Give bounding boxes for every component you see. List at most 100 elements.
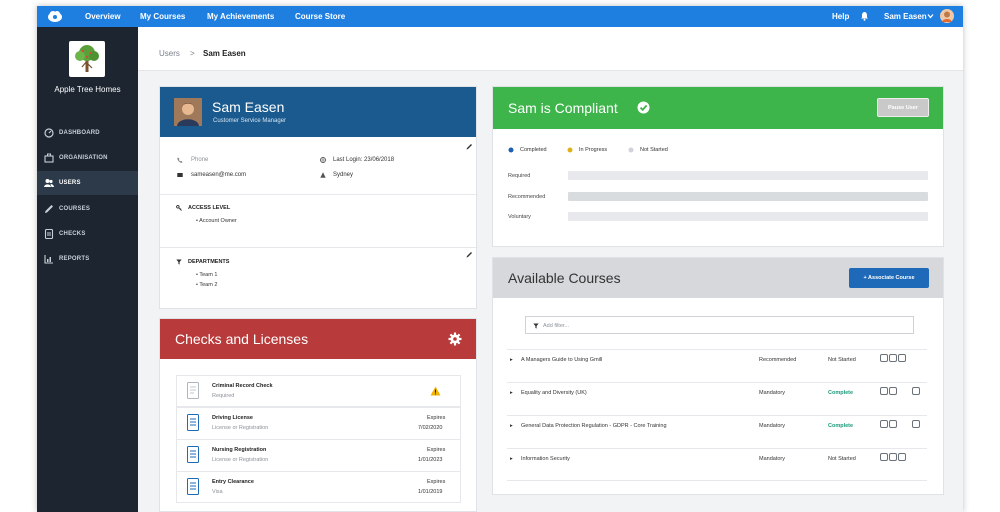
warning-icon xyxy=(430,386,441,396)
edit-icon[interactable] xyxy=(880,420,888,428)
edit-contact-icon[interactable] xyxy=(466,143,473,150)
nav-my-courses[interactable]: My Courses xyxy=(140,12,185,21)
course-status: Complete xyxy=(828,423,854,429)
department-item: • Team 2 xyxy=(196,282,218,288)
course-status: Not Started xyxy=(828,456,856,462)
copy-icon[interactable] xyxy=(889,387,897,395)
edit-departments-icon[interactable] xyxy=(466,251,473,258)
compliance-header: Sam is Compliant Pause User xyxy=(493,87,943,129)
sidebar-item-courses[interactable]: COURSES xyxy=(37,197,138,221)
course-row[interactable]: ▸ Equality and Diversity (UK) Mandatory … xyxy=(507,382,927,415)
checks-header: Checks and Licenses xyxy=(160,319,476,359)
required-progress-bar xyxy=(568,171,928,180)
edit-icon[interactable] xyxy=(880,387,888,395)
bell-icon[interactable] xyxy=(860,11,869,21)
course-name[interactable]: A Managers Guide to Using Gmill xyxy=(521,357,602,363)
chevron-down-icon[interactable] xyxy=(927,13,934,19)
email-value[interactable]: sameasen@me.com xyxy=(191,172,246,178)
profile-name: Sam Easen xyxy=(212,99,285,115)
compliance-card: Sam is Compliant Pause User Completed In… xyxy=(492,86,944,247)
remove-icon[interactable] xyxy=(898,453,906,461)
check-row-nursing-registration[interactable]: Nursing Registration License or Registra… xyxy=(176,439,461,471)
row-label-recommended: Recommended xyxy=(508,194,546,200)
expand-caret-icon[interactable]: ▸ xyxy=(510,423,513,429)
remove-icon[interactable] xyxy=(912,387,920,395)
checks-icon xyxy=(44,229,54,239)
breadcrumb-current: Sam Easen xyxy=(203,49,246,58)
location-icon xyxy=(320,172,326,178)
document-icon xyxy=(187,382,199,399)
expand-caret-icon[interactable]: ▸ xyxy=(510,357,513,363)
filter-input[interactable]: Add filter... xyxy=(525,316,914,334)
check-sub: Visa xyxy=(212,489,223,495)
course-name[interactable]: Information Security xyxy=(521,456,570,462)
sidebar-item-dashboard[interactable]: DASHBOARD xyxy=(37,121,138,145)
divider xyxy=(160,194,478,195)
cloud-logo-icon[interactable] xyxy=(47,9,63,23)
course-requirement: Mandatory xyxy=(759,423,785,429)
app-window: Overview My Courses My Achievements Cour… xyxy=(37,6,963,512)
user-menu[interactable]: Sam Easen xyxy=(884,12,927,21)
check-row-entry-clearance[interactable]: Entry Clearance Visa Expires 1/01/2019 xyxy=(176,471,461,503)
document-icon xyxy=(187,414,199,431)
dashboard-icon xyxy=(44,128,54,138)
phone-icon xyxy=(177,157,183,163)
key-icon xyxy=(176,205,182,211)
course-row[interactable]: ▸ A Managers Guide to Using Gmill Recomm… xyxy=(507,349,927,382)
help-link[interactable]: Help xyxy=(832,12,849,21)
user-menu-name: Sam Easen xyxy=(884,12,927,21)
course-actions xyxy=(880,453,907,463)
expand-caret-icon[interactable]: ▸ xyxy=(510,390,513,396)
breadcrumb-users-link[interactable]: Users xyxy=(159,49,180,58)
legend-completed-dot xyxy=(508,147,514,153)
copy-icon[interactable] xyxy=(889,453,897,461)
sidebar-item-checks[interactable]: CHECKS xyxy=(37,222,138,246)
course-requirement: Mandatory xyxy=(759,390,785,396)
course-actions xyxy=(880,387,921,397)
phone-field[interactable]: Phone xyxy=(191,157,208,163)
sidebar-item-organisation[interactable]: ORGANISATION xyxy=(37,146,138,170)
access-level-text: Account Owner xyxy=(199,218,237,224)
breadcrumb: Users > Sam Easen xyxy=(138,27,963,71)
nav-overview[interactable]: Overview xyxy=(85,12,121,21)
course-status: Complete xyxy=(828,390,854,396)
edit-icon[interactable] xyxy=(880,453,888,461)
check-row-driving-license[interactable]: Driving License License or Registration … xyxy=(176,407,461,439)
courses-header: Available Courses + Associate Course xyxy=(493,258,943,298)
edit-icon[interactable] xyxy=(880,354,888,362)
row-label-required: Required xyxy=(508,173,531,179)
sidebar-item-users[interactable]: USERS xyxy=(37,171,138,195)
copy-icon[interactable] xyxy=(889,420,897,428)
filter-placeholder: Add filter... xyxy=(543,323,569,329)
sidebar-item-label: COURSES xyxy=(59,206,91,212)
nav-my-achievements[interactable]: My Achievements xyxy=(207,12,274,21)
remove-icon[interactable] xyxy=(912,420,920,428)
nav-course-store[interactable]: Course Store xyxy=(295,12,345,21)
sidebar-item-reports[interactable]: REPORTS xyxy=(37,247,138,271)
course-row[interactable]: ▸ General Data Protection Regulation - G… xyxy=(507,415,927,448)
remove-icon[interactable] xyxy=(898,354,906,362)
course-name[interactable]: General Data Protection Regulation - GDP… xyxy=(521,423,667,429)
user-avatar[interactable] xyxy=(940,9,954,23)
sidebar-item-label: CHECKS xyxy=(59,231,86,237)
check-circle-icon xyxy=(637,101,650,114)
breadcrumb-separator: > xyxy=(190,49,195,58)
course-name[interactable]: Equality and Diversity (UK) xyxy=(521,390,587,396)
filter-icon xyxy=(176,259,182,265)
course-actions xyxy=(880,420,921,430)
check-name: Nursing Registration xyxy=(212,447,267,453)
gear-icon[interactable] xyxy=(448,332,462,346)
check-row-criminal-record[interactable]: Criminal Record Check Required xyxy=(176,375,461,407)
sidebar-item-label: DASHBOARD xyxy=(59,130,100,136)
copy-icon[interactable] xyxy=(889,354,897,362)
document-icon xyxy=(187,478,199,495)
pause-user-button[interactable]: Pause User xyxy=(877,98,929,117)
row-label-voluntary: Voluntary xyxy=(508,214,531,220)
sidebar-item-label: USERS xyxy=(59,180,81,186)
course-row[interactable]: ▸ Information Security Mandatory Not Sta… xyxy=(507,448,927,481)
expand-caret-icon[interactable]: ▸ xyxy=(510,456,513,462)
check-sub: License or Registration xyxy=(212,457,269,463)
globe-icon xyxy=(320,157,326,163)
courses-title: Available Courses xyxy=(508,270,621,286)
associate-course-button[interactable]: + Associate Course xyxy=(849,268,929,288)
